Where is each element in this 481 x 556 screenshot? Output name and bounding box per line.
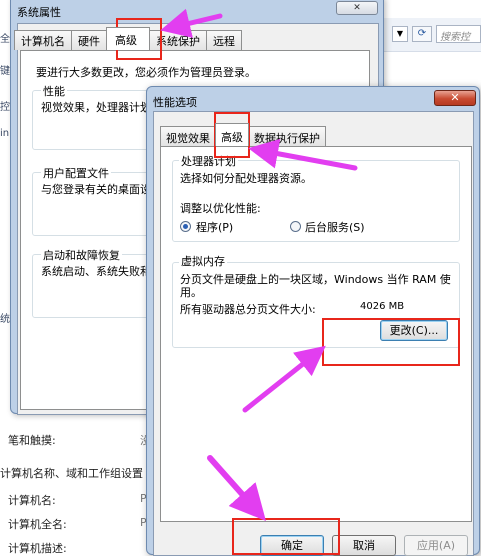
arrow-to-performance-advanced-tab <box>248 138 358 171</box>
arrow-to-system-advanced-tab <box>160 8 223 38</box>
annotation-arrows <box>160 8 358 521</box>
arrow-to-ok-button <box>207 455 266 521</box>
arrow-to-change-button <box>242 345 326 413</box>
tab-advanced[interactable]: 高级 <box>106 27 150 50</box>
tab-advanced[interactable]: 高级 <box>215 123 249 146</box>
